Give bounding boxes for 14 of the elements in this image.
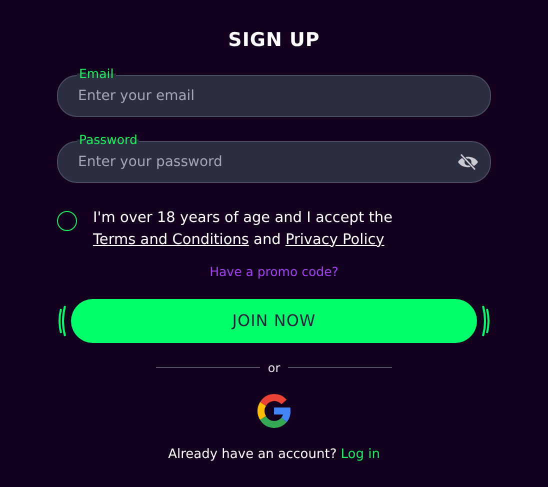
consent-link[interactable]: Terms and Conditions — [93, 232, 249, 248]
login-link[interactable]: Log in — [340, 444, 380, 464]
field-label: Email — [77, 66, 116, 80]
checkbox[interactable] — [57, 210, 77, 230]
field-label: Password — [77, 132, 140, 146]
eye-slash-icon[interactable] — [457, 152, 479, 170]
promo-link[interactable]: Have a promo code? — [210, 264, 338, 278]
form-title: SIGN UP — [227, 28, 321, 53]
divider-text: or — [268, 360, 280, 376]
login-prompt: Already have an account? — [168, 446, 337, 464]
consent-text: I'm over 18 years of age and I accept the Terms and Conditions and Privacy Policy — [93, 208, 394, 250]
consent-link[interactable]: Privacy Policy — [285, 232, 384, 248]
join-button[interactable]: JOIN NOW — [71, 298, 477, 342]
google-sign-in-icon[interactable] — [256, 392, 292, 428]
